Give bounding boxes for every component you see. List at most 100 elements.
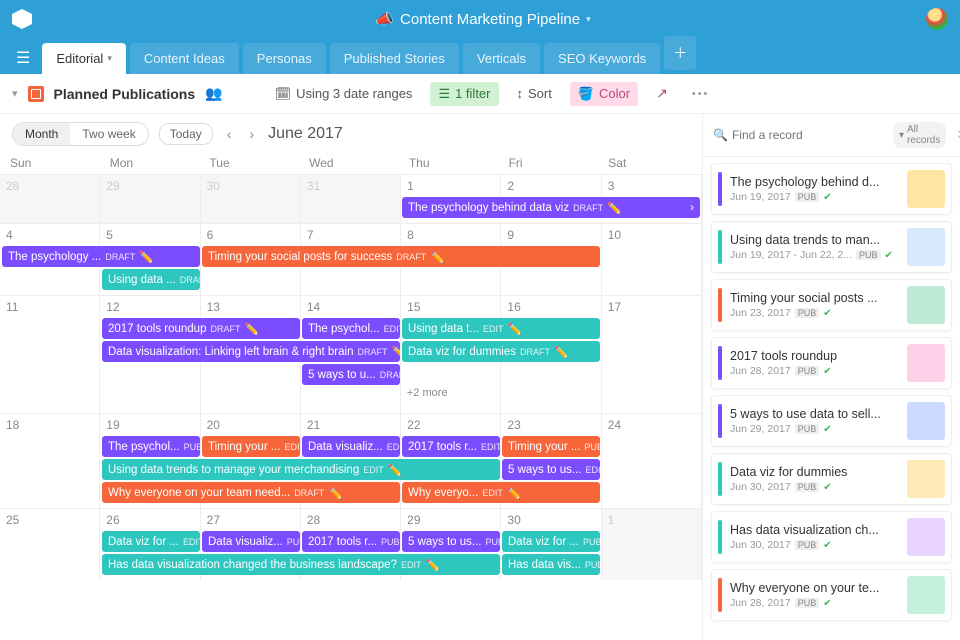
- base-title[interactable]: 📣 Content Marketing Pipeline ▾: [40, 10, 926, 28]
- event-layer: The psychol...PUB✔Timing your ...EDIT✏️D…: [0, 436, 702, 503]
- view-name[interactable]: Planned Publications: [54, 86, 196, 102]
- share-button[interactable]: ↗: [648, 81, 676, 106]
- table-tabs: ☰ Editorial▾Content IdeasPersonasPublish…: [0, 38, 960, 74]
- record-card[interactable]: 5 ways to use data to sell... Jun 29, 20…: [711, 395, 952, 447]
- calendar-event[interactable]: Data visualiz...EDIT✏️: [302, 436, 400, 457]
- filter-icon: ☰: [438, 86, 450, 102]
- calendar-event[interactable]: 5 ways to u...DRAFT...: [302, 364, 400, 385]
- record-card[interactable]: Why everyone on your te... Jun 28, 2017 …: [711, 569, 952, 621]
- day-number: 3: [608, 179, 696, 193]
- calendar-event[interactable]: Data visualiz...PUB✔: [202, 531, 300, 552]
- collaborators-icon[interactable]: 👥: [205, 85, 222, 102]
- calendar-event[interactable]: Data visualization: Linking left brain &…: [102, 341, 400, 362]
- close-panel-button[interactable]: ✕: [952, 127, 960, 143]
- record-thumbnail: [907, 286, 945, 324]
- prev-month-button[interactable]: ‹: [223, 126, 236, 142]
- check-icon: ✔: [823, 540, 831, 551]
- record-card[interactable]: Using data trends to man... Jun 19, 2017…: [711, 221, 952, 273]
- pencil-icon: ✏️: [139, 250, 153, 264]
- event-layer: 2017 tools roundupDRAFT✏️The psychol...E…: [0, 318, 702, 399]
- date-ranges-button[interactable]: 🗓 Using 3 date ranges: [267, 82, 421, 106]
- day-number: 25: [6, 513, 94, 527]
- calendar-event[interactable]: The psychology behind data vizDRAFT✏️›: [402, 197, 700, 218]
- record-search[interactable]: 🔍: [713, 128, 887, 142]
- day-header: Wed: [303, 156, 403, 170]
- calendar-event[interactable]: Why everyone on your team need...DRAFT✏️: [102, 482, 400, 503]
- announce-icon: 📣: [375, 10, 394, 28]
- tab-personas[interactable]: Personas: [243, 43, 326, 74]
- record-color-bar: [718, 230, 722, 264]
- user-avatar[interactable]: [926, 8, 948, 30]
- more-button[interactable]: •••: [686, 88, 710, 100]
- pencil-icon: ✏️: [554, 345, 568, 359]
- calendar-event[interactable]: Timing your ...EDIT✏️: [202, 436, 300, 457]
- hamburger-icon[interactable]: ☰: [8, 42, 38, 74]
- calendar-icon: 🗓: [275, 86, 292, 102]
- calendar-event[interactable]: Timing your social posts for successDRAF…: [202, 246, 600, 267]
- record-thumbnail: [907, 344, 945, 382]
- more-events-link[interactable]: +2 more: [401, 387, 501, 399]
- record-card[interactable]: The psychology behind d... Jun 19, 2017 …: [711, 163, 952, 215]
- day-number: 28: [307, 513, 395, 527]
- chevron-down-icon: ▾: [586, 14, 591, 25]
- calendar-event[interactable]: 2017 tools roundupDRAFT✏️: [102, 318, 300, 339]
- filter-button[interactable]: ☰ 1 filter: [430, 82, 498, 106]
- tab-content-ideas[interactable]: Content Ideas: [130, 43, 239, 74]
- record-card[interactable]: Timing your social posts ... Jun 23, 201…: [711, 279, 952, 331]
- add-tab-button[interactable]: ＋: [664, 36, 696, 70]
- range-twoweek[interactable]: Two week: [70, 123, 147, 145]
- record-meta: Jun 29, 2017 PUB ✔: [730, 423, 899, 435]
- color-label: Color: [599, 86, 630, 101]
- day-header: Sat: [602, 156, 702, 170]
- check-icon: ✔: [823, 482, 831, 493]
- calendar-event[interactable]: The psychol...EDIT✏️: [302, 318, 400, 339]
- expand-views-icon[interactable]: ▾: [12, 87, 18, 100]
- day-number: 11: [6, 300, 94, 314]
- calendar-event[interactable]: Data viz for ...PUB✔: [502, 531, 600, 552]
- tab-seo-keywords[interactable]: SEO Keywords: [544, 43, 660, 74]
- calendar-event[interactable]: 5 ways to us...EDIT✏️: [502, 459, 600, 480]
- calendar-event[interactable]: The psychol...PUB✔: [102, 436, 200, 457]
- calendar-event[interactable]: Has data vis...PUB✔: [502, 554, 600, 575]
- record-title: 5 ways to use data to sell...: [730, 407, 899, 421]
- color-button[interactable]: 🪣 Color: [570, 82, 638, 106]
- calendar-event[interactable]: Timing your ...PUB✔: [502, 436, 600, 457]
- calendar-event[interactable]: 2017 tools r...EDIT✏️: [402, 436, 500, 457]
- record-card[interactable]: 2017 tools roundup Jun 28, 2017 PUB ✔: [711, 337, 952, 389]
- range-segment: Month Two week: [12, 122, 149, 146]
- record-card[interactable]: Has data visualization ch... Jun 30, 201…: [711, 511, 952, 563]
- calendar-event[interactable]: Has data visualization changed the busin…: [102, 554, 500, 575]
- calendar-event[interactable]: 2017 tools r...PUB✔: [302, 531, 400, 552]
- chevron-down-icon: ▾: [107, 53, 112, 64]
- calendar-event[interactable]: Data viz for dummiesDRAFT✏️: [402, 341, 600, 362]
- view-toolbar: ▾ Planned Publications 👥 🗓 Using 3 date …: [0, 74, 960, 114]
- calendar-event[interactable]: Why everyo...EDIT✏️: [402, 482, 600, 503]
- next-month-button[interactable]: ›: [245, 126, 258, 142]
- sort-button[interactable]: ↕ Sort: [509, 82, 560, 105]
- record-search-input[interactable]: [732, 128, 887, 142]
- tab-editorial[interactable]: Editorial▾: [42, 43, 126, 74]
- record-card[interactable]: Data viz for dummies Jun 30, 2017 PUB ✔: [711, 453, 952, 505]
- tab-verticals[interactable]: Verticals: [463, 43, 540, 74]
- calendar-event[interactable]: 5 ways to us...PUB✔: [402, 531, 500, 552]
- calendar-event[interactable]: Using data t...EDIT✏️: [402, 318, 600, 339]
- today-button[interactable]: Today: [159, 123, 213, 145]
- all-records-pill[interactable]: ▾ All records: [893, 122, 946, 148]
- calendar-event[interactable]: The psychology ...DRAFT✏️: [2, 246, 200, 267]
- base-title-text: Content Marketing Pipeline: [400, 11, 580, 28]
- record-thumbnail: [907, 576, 945, 614]
- calendar-event[interactable]: Using data ...DRAFT...: [102, 269, 200, 290]
- pencil-icon: ✏️: [507, 486, 521, 500]
- check-icon: ✔: [823, 424, 831, 435]
- day-number: 7: [307, 228, 395, 242]
- tab-published-stories[interactable]: Published Stories: [330, 43, 459, 74]
- record-thumbnail: [907, 460, 945, 498]
- range-month[interactable]: Month: [13, 123, 70, 145]
- calendar-week: 111213141516172017 tools roundupDRAFT✏️T…: [0, 295, 702, 413]
- calendar-event[interactable]: Using data trends to manage your merchan…: [102, 459, 500, 480]
- calendar-event[interactable]: Data viz for ...EDIT✏️: [102, 531, 200, 552]
- filter-label: 1 filter: [455, 86, 490, 101]
- day-number: 5: [106, 228, 194, 242]
- record-thumbnail: [907, 228, 945, 266]
- check-icon: ✔: [885, 250, 893, 261]
